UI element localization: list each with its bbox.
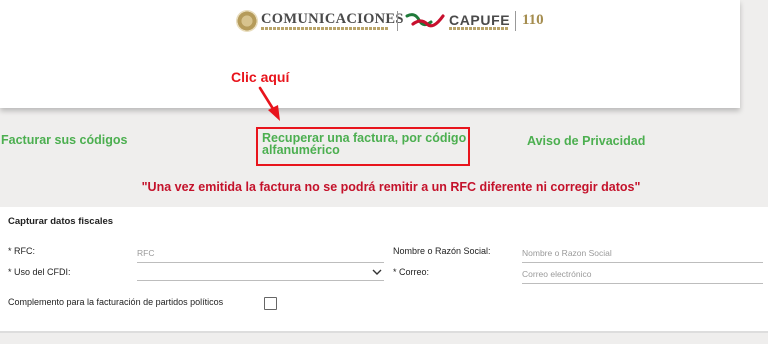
- nav-aviso-privacidad[interactable]: Aviso de Privacidad: [527, 134, 645, 148]
- mexico-seal-icon: [236, 10, 258, 32]
- header-banner: COMUNICACIONES CAPUFE 110: [0, 0, 740, 108]
- uso-cfdi-select[interactable]: [137, 265, 384, 281]
- capufe-logo-subtitle: [449, 27, 509, 30]
- warning-message: "Una vez emitida la factura no se podrá …: [141, 180, 641, 194]
- complemento-label: Complemento para la facturación de parti…: [8, 297, 224, 307]
- nav-recuperar-factura[interactable]: Recuperar una factura, por código alfanu…: [262, 132, 468, 157]
- correo-input[interactable]: [522, 267, 763, 284]
- sct-logo-subtitle: [261, 27, 389, 30]
- rfc-label: * RFC:: [8, 246, 35, 256]
- anniversary-logo: 110: [522, 12, 544, 28]
- complemento-checkbox[interactable]: [264, 297, 277, 310]
- logos-bar: COMUNICACIONES CAPUFE 110: [236, 9, 546, 35]
- arrow-down-right-icon: [258, 86, 280, 121]
- uso-cfdi-label: * Uso del CFDI:: [8, 267, 71, 277]
- nombre-input[interactable]: [522, 246, 763, 263]
- rfc-input[interactable]: [137, 246, 384, 263]
- capufe-logo-icon: [405, 13, 445, 28]
- correo-label: * Correo:: [393, 267, 430, 277]
- logo-divider: [515, 11, 516, 31]
- nombre-label: Nombre o Razón Social:: [393, 246, 491, 256]
- sct-logo-text: COMUNICACIONES: [261, 11, 404, 27]
- logo-divider: [397, 11, 398, 31]
- clic-aqui-annotation: Clic aquí: [231, 69, 290, 85]
- nav-facturar-codigos[interactable]: Facturar sus códigos: [1, 133, 127, 147]
- chevron-down-icon: [372, 269, 382, 275]
- capufe-logo-text: CAPUFE: [449, 12, 511, 28]
- section-title: Capturar datos fiscales: [8, 216, 114, 227]
- form-divider: [0, 331, 768, 333]
